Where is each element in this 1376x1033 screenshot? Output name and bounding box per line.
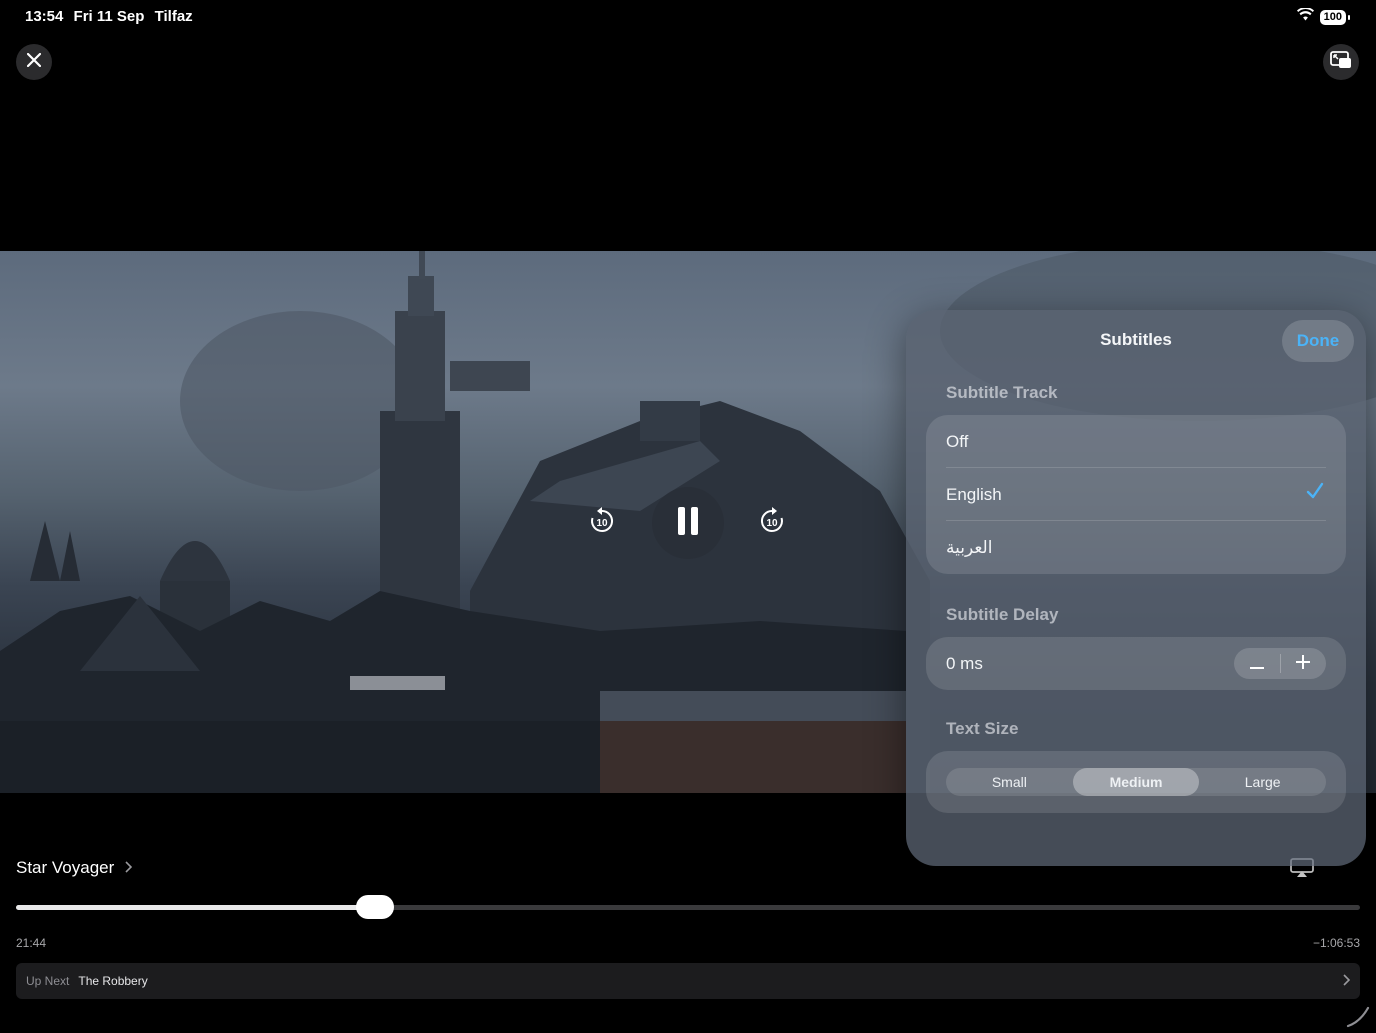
status-time: 13:54 <box>25 8 64 25</box>
skip-forward-seconds: 10 <box>766 518 778 529</box>
checkmark-icon <box>1306 482 1324 505</box>
track-option-english[interactable]: English <box>926 468 1346 521</box>
picture-in-picture-icon <box>1330 50 1352 74</box>
pause-icon <box>677 506 699 540</box>
pause-button[interactable] <box>652 487 724 559</box>
subtitle-track-list: Off English العربية <box>926 415 1346 574</box>
chevron-right-icon <box>124 858 133 878</box>
up-next-title: The Robbery <box>78 974 148 988</box>
progress-fill <box>16 905 375 910</box>
up-next-bar[interactable]: Up Next The Robbery <box>16 963 1360 999</box>
progress-scrubber[interactable] <box>16 895 1360 919</box>
delay-value: 0 ms <box>946 653 983 673</box>
status-date: Fri 11 Sep <box>73 8 145 25</box>
done-button[interactable]: Done <box>1282 320 1354 362</box>
text-size-label: Text Size <box>946 719 1019 738</box>
minus-icon <box>1249 654 1264 674</box>
increase-delay-button[interactable] <box>1280 648 1326 679</box>
text-size-large[interactable]: Large <box>1199 768 1326 796</box>
close-button[interactable] <box>16 44 52 80</box>
media-title-link[interactable]: Star Voyager <box>16 858 133 878</box>
elapsed-time: 21:44 <box>16 936 47 950</box>
skip-forward-10-icon: 10 <box>757 506 787 541</box>
track-label: English <box>946 484 1002 504</box>
status-bar: 13:54 Fri 11 Sep Tilfaz 100 <box>0 0 1376 32</box>
track-option-off[interactable]: Off <box>926 415 1346 468</box>
skip-back-seconds: 10 <box>596 518 608 529</box>
plus-icon <box>1296 654 1311 674</box>
skip-back-button[interactable]: 10 <box>585 506 619 540</box>
wifi-icon <box>1296 7 1314 26</box>
track-label: Off <box>946 431 969 451</box>
remaining-time: −1:06:53 <box>1312 936 1360 950</box>
skip-forward-button[interactable]: 10 <box>755 506 789 540</box>
text-size-segmented-control: Small Medium Large <box>946 768 1326 796</box>
decrease-delay-button[interactable] <box>1234 648 1280 679</box>
delay-stepper <box>1234 648 1326 679</box>
battery-icon <box>1348 14 1350 20</box>
scrubber-handle[interactable] <box>355 895 394 919</box>
media-title: Star Voyager <box>16 858 115 877</box>
battery-level: 100 <box>1319 9 1346 25</box>
track-label: العربية <box>946 537 993 557</box>
close-icon <box>26 52 42 72</box>
text-size-medium[interactable]: Medium <box>1072 768 1200 796</box>
resize-handle-icon <box>1346 1004 1372 1033</box>
status-app-name: Tilfaz <box>154 8 193 25</box>
airplay-icon <box>1290 858 1314 882</box>
subtitle-delay-group: 0 ms <box>926 637 1346 690</box>
text-size-group: Small Medium Large <box>926 751 1346 813</box>
subtitles-panel: Subtitles Done Subtitle Track Off Englis… <box>906 310 1366 866</box>
picture-in-picture-button[interactable] <box>1323 44 1359 80</box>
chevron-right-icon <box>1342 974 1351 989</box>
text-size-small[interactable]: Small <box>946 768 1073 796</box>
up-next-label: Up Next <box>26 974 70 988</box>
track-option-arabic[interactable]: العربية <box>926 521 1346 574</box>
subtitle-track-label: Subtitle Track <box>946 383 1058 402</box>
skip-back-10-icon: 10 <box>587 506 617 541</box>
subtitle-delay-label: Subtitle Delay <box>946 605 1059 624</box>
